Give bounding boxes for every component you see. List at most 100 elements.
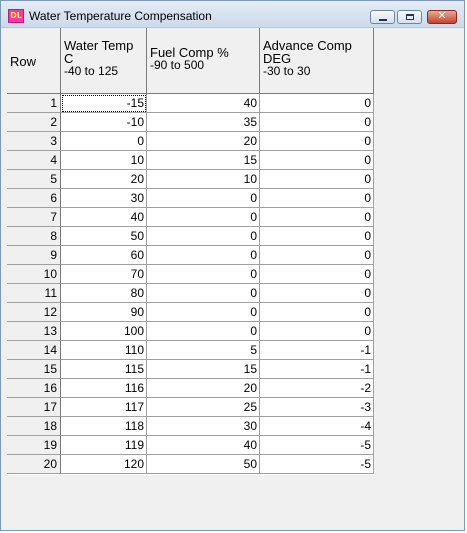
- fuel-comp-cell[interactable]: 10: [147, 170, 260, 189]
- advance-comp-cell[interactable]: 0: [260, 303, 374, 322]
- table-row[interactable]: 17 117 25 -3: [7, 398, 374, 417]
- advance-comp-cell[interactable]: 0: [260, 284, 374, 303]
- advance-comp-cell[interactable]: -5: [260, 436, 374, 455]
- close-button[interactable]: ✕: [427, 9, 457, 24]
- water-temp-cell[interactable]: 115: [61, 360, 147, 379]
- row-number-cell: 20: [7, 455, 61, 474]
- header-advance-comp[interactable]: Advance Comp DEG -30 to 30: [260, 28, 374, 94]
- water-temp-cell[interactable]: -15: [61, 94, 147, 113]
- fuel-comp-cell[interactable]: 0: [147, 208, 260, 227]
- water-temp-cell[interactable]: 0: [61, 132, 147, 151]
- table-row[interactable]: 11 80 0 0: [7, 284, 374, 303]
- fuel-comp-cell[interactable]: 20: [147, 132, 260, 151]
- water-temp-cell[interactable]: 100: [61, 322, 147, 341]
- table-row[interactable]: 3 0 20 0: [7, 132, 374, 151]
- fuel-comp-cell[interactable]: 40: [147, 436, 260, 455]
- fuel-comp-cell[interactable]: 40: [147, 94, 260, 113]
- table-row[interactable]: 16 116 20 -2: [7, 379, 374, 398]
- row-number-cell: 2: [7, 113, 61, 132]
- water-temp-cell[interactable]: 30: [61, 189, 147, 208]
- header-row[interactable]: Row: [7, 28, 61, 94]
- row-number-cell: 6: [7, 189, 61, 208]
- water-temp-cell[interactable]: 50: [61, 227, 147, 246]
- advance-comp-cell[interactable]: -1: [260, 360, 374, 379]
- fuel-comp-cell[interactable]: 15: [147, 360, 260, 379]
- advance-comp-cell[interactable]: -1: [260, 341, 374, 360]
- table-row[interactable]: 19 119 40 -5: [7, 436, 374, 455]
- advance-comp-cell[interactable]: 0: [260, 246, 374, 265]
- fuel-comp-cell[interactable]: 15: [147, 151, 260, 170]
- table-row[interactable]: 12 90 0 0: [7, 303, 374, 322]
- fuel-comp-cell[interactable]: 0: [147, 322, 260, 341]
- table-row[interactable]: 8 50 0 0: [7, 227, 374, 246]
- table-row[interactable]: 13 100 0 0: [7, 322, 374, 341]
- fuel-comp-cell[interactable]: 0: [147, 246, 260, 265]
- advance-comp-cell[interactable]: -4: [260, 417, 374, 436]
- advance-comp-cell[interactable]: 0: [260, 189, 374, 208]
- row-number-cell: 9: [7, 246, 61, 265]
- advance-comp-cell[interactable]: 0: [260, 322, 374, 341]
- table-row[interactable]: 5 20 10 0: [7, 170, 374, 189]
- close-icon: ✕: [437, 9, 447, 22]
- water-temp-cell[interactable]: 80: [61, 284, 147, 303]
- table-row[interactable]: 2 -10 35 0: [7, 113, 374, 132]
- advance-comp-cell[interactable]: -3: [260, 398, 374, 417]
- water-temp-cell[interactable]: -10: [61, 113, 147, 132]
- window-title: Water Temperature Compensation: [29, 9, 212, 23]
- advance-comp-cell[interactable]: 0: [260, 265, 374, 284]
- water-temp-cell[interactable]: 119: [61, 436, 147, 455]
- fuel-comp-cell[interactable]: 35: [147, 113, 260, 132]
- table-row[interactable]: 4 10 15 0: [7, 151, 374, 170]
- maximize-icon: [406, 14, 414, 20]
- table-row[interactable]: 1 -15 40 0: [7, 94, 374, 113]
- header-water-temp-line1: Water Temp: [64, 38, 134, 53]
- advance-comp-cell[interactable]: -2: [260, 379, 374, 398]
- water-temp-cell[interactable]: 90: [61, 303, 147, 322]
- header-row-label: Row: [10, 54, 37, 69]
- advance-comp-cell[interactable]: 0: [260, 94, 374, 113]
- table-row[interactable]: 6 30 0 0: [7, 189, 374, 208]
- title-bar[interactable]: DL Water Temperature Compensation ✕: [1, 1, 464, 28]
- water-temp-cell[interactable]: 120: [61, 455, 147, 474]
- water-temp-cell[interactable]: 10: [61, 151, 147, 170]
- water-temp-cell[interactable]: 116: [61, 379, 147, 398]
- water-temp-cell[interactable]: 110: [61, 341, 147, 360]
- table-row[interactable]: 10 70 0 0: [7, 265, 374, 284]
- table-row[interactable]: 14 110 5 -1: [7, 341, 374, 360]
- fuel-comp-cell[interactable]: 5: [147, 341, 260, 360]
- table-row[interactable]: 9 60 0 0: [7, 246, 374, 265]
- advance-comp-cell[interactable]: 0: [260, 113, 374, 132]
- app-window: DL Water Temperature Compensation ✕ Row …: [0, 0, 465, 531]
- advance-comp-cell[interactable]: -5: [260, 455, 374, 474]
- maximize-button[interactable]: [397, 10, 422, 24]
- fuel-comp-cell[interactable]: 0: [147, 303, 260, 322]
- fuel-comp-cell[interactable]: 30: [147, 417, 260, 436]
- table-row[interactable]: 7 40 0 0: [7, 208, 374, 227]
- header-water-temp[interactable]: Water Temp C -40 to 125: [61, 28, 147, 94]
- table-row[interactable]: 15 115 15 -1: [7, 360, 374, 379]
- row-number-cell: 19: [7, 436, 61, 455]
- water-temp-cell[interactable]: 40: [61, 208, 147, 227]
- fuel-comp-cell[interactable]: 0: [147, 265, 260, 284]
- table-row[interactable]: 18 118 30 -4: [7, 417, 374, 436]
- fuel-comp-cell[interactable]: 25: [147, 398, 260, 417]
- fuel-comp-cell[interactable]: 0: [147, 284, 260, 303]
- fuel-comp-cell[interactable]: 20: [147, 379, 260, 398]
- advance-comp-cell[interactable]: 0: [260, 208, 374, 227]
- row-number-cell: 4: [7, 151, 61, 170]
- minimize-button[interactable]: [370, 10, 395, 24]
- advance-comp-cell[interactable]: 0: [260, 132, 374, 151]
- water-temp-cell[interactable]: 118: [61, 417, 147, 436]
- header-fuel-comp[interactable]: Fuel Comp % -90 to 500: [147, 28, 260, 94]
- advance-comp-cell[interactable]: 0: [260, 170, 374, 189]
- advance-comp-cell[interactable]: 0: [260, 151, 374, 170]
- water-temp-cell[interactable]: 70: [61, 265, 147, 284]
- advance-comp-cell[interactable]: 0: [260, 227, 374, 246]
- water-temp-cell[interactable]: 20: [61, 170, 147, 189]
- water-temp-cell[interactable]: 117: [61, 398, 147, 417]
- fuel-comp-cell[interactable]: 0: [147, 227, 260, 246]
- water-temp-cell[interactable]: 60: [61, 246, 147, 265]
- table-row[interactable]: 20 120 50 -5: [7, 455, 374, 474]
- fuel-comp-cell[interactable]: 50: [147, 455, 260, 474]
- fuel-comp-cell[interactable]: 0: [147, 189, 260, 208]
